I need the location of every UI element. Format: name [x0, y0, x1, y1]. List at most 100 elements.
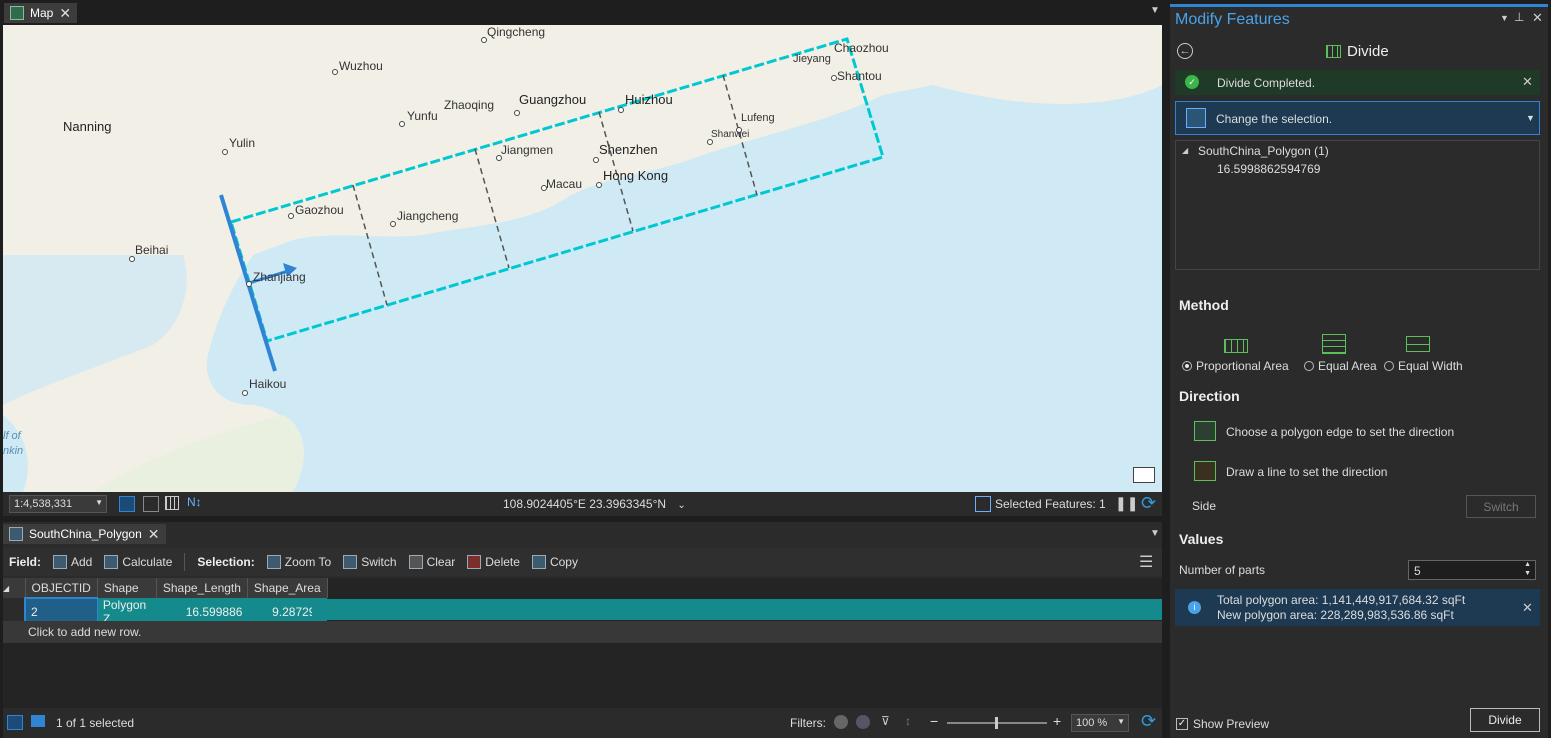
switch-button[interactable]: Switch	[1466, 495, 1536, 518]
values-header: Values	[1179, 531, 1224, 547]
add-field-button[interactable]: Add	[53, 555, 92, 569]
close-icon[interactable]: ✕	[59, 6, 71, 20]
method-equal-width[interactable]: Equal Width	[1384, 359, 1463, 373]
close-icon[interactable]: ✕	[1522, 600, 1533, 616]
north-arrow-icon[interactable]: N↕	[187, 495, 202, 509]
add-field-label: Add	[71, 555, 93, 569]
switch-button-label: Switch	[1483, 499, 1519, 514]
time-filter-icon[interactable]	[856, 715, 870, 729]
delete-icon	[467, 555, 482, 569]
table-header-row: ◢ OBJECTID Shape Shape_Length Shape_Area	[3, 578, 328, 599]
stepper-up-icon[interactable]: ▲	[1524, 561, 1531, 568]
grid-icon[interactable]	[165, 496, 179, 510]
refresh-icon[interactable]: ⟳	[1141, 711, 1156, 732]
back-button[interactable]: ←	[1177, 43, 1193, 59]
pause-icon[interactable]: ❚❚	[1115, 495, 1138, 512]
map-label: Gaozhou	[295, 203, 344, 217]
pin-icon[interactable]: ⊥	[1514, 10, 1524, 24]
total-area-text: Total polygon area: 1,141,449,917,684.32…	[1217, 593, 1466, 607]
zoom-in-icon[interactable]: +	[1053, 713, 1061, 729]
zoom-slider[interactable]	[947, 717, 1047, 729]
copy-icon	[531, 555, 546, 569]
zoom-slider-thumb[interactable]	[995, 717, 998, 729]
method-options: Proportional Area Equal Area Equal Width	[1182, 329, 1472, 373]
close-icon[interactable]: ✕	[1532, 10, 1543, 26]
radio-icon	[1384, 361, 1394, 371]
range-filter-icon[interactable]: ↕	[905, 714, 911, 728]
table-tab[interactable]: SouthChina_Polygon ✕	[3, 524, 166, 544]
snapping-icon[interactable]	[119, 496, 135, 512]
show-preview-checkbox[interactable]: ✓ Show Preview	[1176, 717, 1269, 731]
constraints-icon[interactable]	[143, 496, 159, 512]
refresh-icon[interactable]: ⟳	[1141, 493, 1156, 514]
selection-cursor-icon	[1186, 108, 1206, 128]
divide-button-label: Divide	[1488, 713, 1522, 727]
city-marker	[242, 390, 248, 396]
city-marker	[288, 213, 294, 219]
column-header[interactable]: Shape_Area	[247, 578, 328, 598]
area-info-message: i Total polygon area: 1,141,449,917,684.…	[1175, 589, 1540, 626]
switch-selection-button[interactable]: Switch	[343, 555, 397, 569]
city-marker	[596, 182, 602, 188]
direction-line-label: Draw a line to set the direction	[1226, 465, 1388, 479]
expand-icon[interactable]: ◢	[1182, 146, 1188, 155]
map-label: Hong Kong	[603, 168, 669, 183]
method-proportional-area[interactable]: Proportional Area	[1182, 359, 1289, 373]
clear-selection-button[interactable]: Clear	[408, 555, 455, 569]
stepper-down-icon[interactable]: ▼	[1524, 570, 1531, 577]
selection-prompt: Change the selection.	[1216, 112, 1333, 126]
choose-edge-button[interactable]: Choose a polygon edge to set the directi…	[1194, 421, 1484, 445]
tree-feature-value[interactable]: 16.5998862594769	[1217, 162, 1320, 176]
divide-button[interactable]: Divide	[1470, 708, 1540, 732]
filter-icon[interactable]: ⊽	[881, 714, 890, 728]
zoom-out-icon[interactable]: −	[930, 713, 938, 729]
table-view-icon[interactable]	[7, 715, 23, 730]
parts-input[interactable]: 5 ▲ ▼	[1408, 560, 1536, 580]
map-label: Lufeng	[741, 112, 775, 124]
city-marker	[514, 110, 520, 116]
extent-filter-icon[interactable]	[834, 715, 848, 729]
modify-features-pane: Modify Features ▼ ⊥ ✕ ← Divide ✓ Divide …	[1170, 4, 1548, 738]
menu-icon[interactable]: ☰	[1139, 552, 1153, 572]
zoom-to-button[interactable]: Zoom To	[266, 555, 331, 569]
scale-select[interactable]: 1:4,538,331 ▼	[9, 495, 107, 513]
column-header[interactable]: Shape	[97, 578, 157, 598]
calculate-button[interactable]: Calculate	[104, 555, 172, 569]
close-icon[interactable]: ✕	[1522, 74, 1533, 90]
map-view[interactable]: Qingcheng Wuzhou Chaozhou Jieyang Shanto…	[3, 25, 1162, 492]
table-tab-label: SouthChina_Polygon	[29, 527, 142, 541]
map-label: Shanwei	[711, 129, 750, 140]
add-field-icon	[53, 555, 67, 569]
map-icon	[10, 6, 24, 20]
zoom-select[interactable]: 100 % ▼	[1071, 714, 1129, 732]
column-header[interactable]: OBJECTID	[25, 578, 98, 599]
chevron-down-icon[interactable]: ▼	[1150, 5, 1160, 16]
map-tab[interactable]: Map ✕	[4, 3, 78, 23]
draw-line-button[interactable]: Draw a line to set the direction	[1194, 461, 1484, 485]
chevron-down-icon[interactable]: ▼	[1150, 528, 1160, 539]
close-icon[interactable]: ✕	[148, 527, 160, 541]
message-text: Divide Completed.	[1217, 76, 1316, 90]
pane-title: Modify Features	[1175, 11, 1290, 28]
select-features-icon[interactable]	[975, 496, 991, 512]
map-label: Zhaoqing	[444, 98, 495, 112]
selected-features-count[interactable]: Selected Features: 1	[995, 497, 1106, 511]
copy-button[interactable]: Copy	[531, 555, 578, 569]
column-header[interactable]: Shape_Length	[156, 578, 248, 598]
tree-layer[interactable]: SouthChina_Polygon (1)	[1198, 144, 1329, 158]
city-marker	[222, 149, 228, 155]
switch-icon	[343, 555, 358, 569]
show-preview-label: Show Preview	[1193, 717, 1270, 731]
overview-icon[interactable]	[1133, 467, 1155, 483]
coordinates-readout[interactable]: 108.9024405°E 23.3963345°N ⌄	[503, 497, 686, 511]
pane-options-icon[interactable]: ▼	[1500, 13, 1509, 23]
selected-count: 1 of 1 selected	[56, 716, 135, 730]
method-equal-area[interactable]: Equal Area	[1304, 359, 1377, 373]
selection-dropdown[interactable]: Change the selection. ▼	[1175, 101, 1540, 135]
selected-row-fill	[312, 599, 1162, 620]
selected-view-icon[interactable]	[31, 715, 45, 727]
add-row-bar[interactable]: Click to add new row.	[3, 621, 1162, 643]
clear-icon	[408, 555, 423, 569]
chevron-down-icon: ▼	[1117, 717, 1125, 726]
delete-button[interactable]: Delete	[467, 555, 520, 569]
